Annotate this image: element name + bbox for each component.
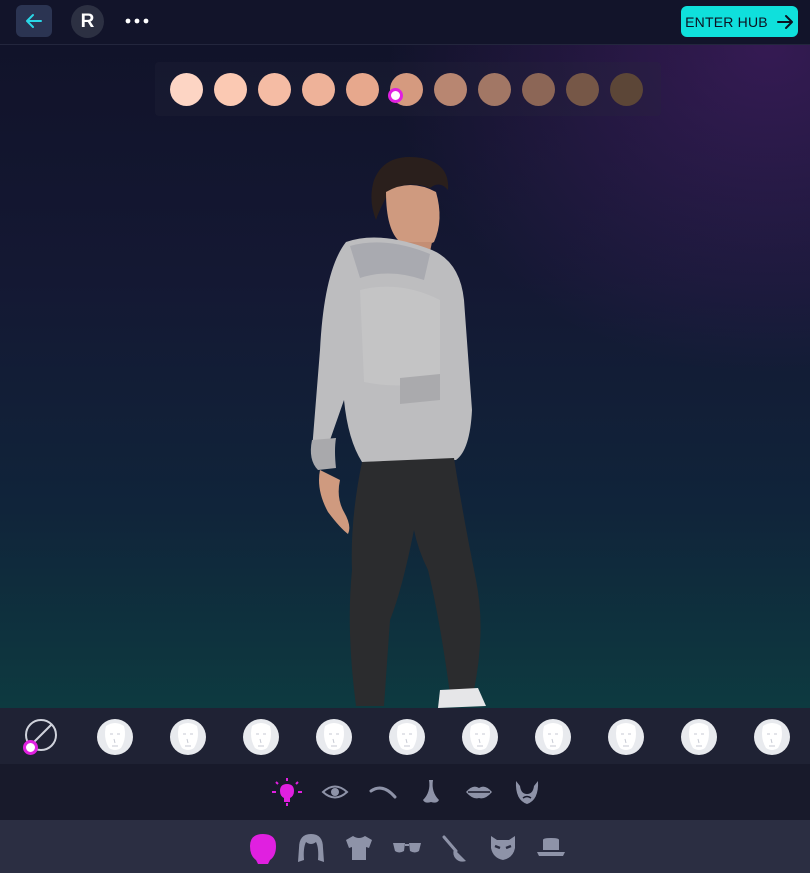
eyebrow-icon[interactable] (368, 778, 398, 806)
face-preset-icon (608, 719, 644, 755)
skin-tone-palette (155, 62, 661, 116)
mask-icon[interactable] (487, 832, 519, 864)
skin-tone-swatch[interactable] (214, 73, 247, 106)
hair-icon[interactable] (295, 832, 327, 864)
face-preset-icon (462, 719, 498, 755)
face-preset-option[interactable] (388, 718, 426, 756)
face-preset-icon (389, 719, 425, 755)
back-arrow-icon (26, 14, 42, 28)
face-preset-option[interactable] (461, 718, 499, 756)
selected-marker (388, 88, 403, 103)
head-icon[interactable] (247, 832, 279, 864)
face-preset-option[interactable] (315, 718, 353, 756)
face-preset-strip (0, 708, 810, 764)
hat-icon[interactable] (535, 832, 567, 864)
arrow-right-icon (776, 14, 793, 29)
lips-icon[interactable] (464, 778, 494, 806)
face-preset-option[interactable] (169, 718, 207, 756)
selected-marker (23, 740, 38, 755)
skin-tone-swatch[interactable] (478, 73, 511, 106)
face-preset-option[interactable] (680, 718, 718, 756)
skin-tone-swatch[interactable] (610, 73, 643, 106)
enter-hub-label: ENTER HUB (685, 13, 768, 30)
face-preset-icon (243, 719, 279, 755)
customization-tab-bar (0, 820, 810, 873)
shirt-icon[interactable] (343, 832, 375, 864)
user-avatar[interactable]: R (71, 5, 104, 38)
avatar-figure (310, 156, 486, 708)
enter-hub-button[interactable]: ENTER HUB (681, 6, 798, 37)
nose-icon[interactable] (416, 778, 446, 806)
face-preset-icon (754, 719, 790, 755)
face-preset-icon (97, 719, 133, 755)
face-preset-option[interactable] (753, 718, 791, 756)
face-preset-option[interactable] (242, 718, 280, 756)
glasses-icon[interactable] (391, 832, 423, 864)
more-dots-icon (125, 18, 149, 24)
face-preset-icon (535, 719, 571, 755)
skin-tone-swatch[interactable] (566, 73, 599, 106)
skin-tone-swatch[interactable] (522, 73, 555, 106)
eye-icon[interactable] (320, 778, 350, 806)
top-bar: R ENTER HUB (0, 0, 810, 45)
sparkle-head-icon[interactable] (272, 778, 302, 806)
skin-tone-swatch[interactable] (346, 73, 379, 106)
skin-tone-swatch[interactable] (302, 73, 335, 106)
beard-icon[interactable] (512, 778, 542, 806)
back-button[interactable] (16, 5, 52, 37)
face-preset-option[interactable] (607, 718, 645, 756)
face-category-bar (0, 764, 810, 820)
face-preset-icon (681, 719, 717, 755)
skin-tone-swatch[interactable] (170, 73, 203, 106)
face-preset-icon (316, 719, 352, 755)
skin-tone-swatch[interactable] (434, 73, 467, 106)
face-preset-option[interactable] (96, 718, 134, 756)
skin-tone-swatch[interactable] (258, 73, 291, 106)
face-preset-icon (170, 719, 206, 755)
no-preset-option[interactable] (23, 719, 58, 760)
more-options-button[interactable] (122, 10, 152, 32)
face-preset-option[interactable] (534, 718, 572, 756)
brush-icon[interactable] (439, 832, 471, 864)
